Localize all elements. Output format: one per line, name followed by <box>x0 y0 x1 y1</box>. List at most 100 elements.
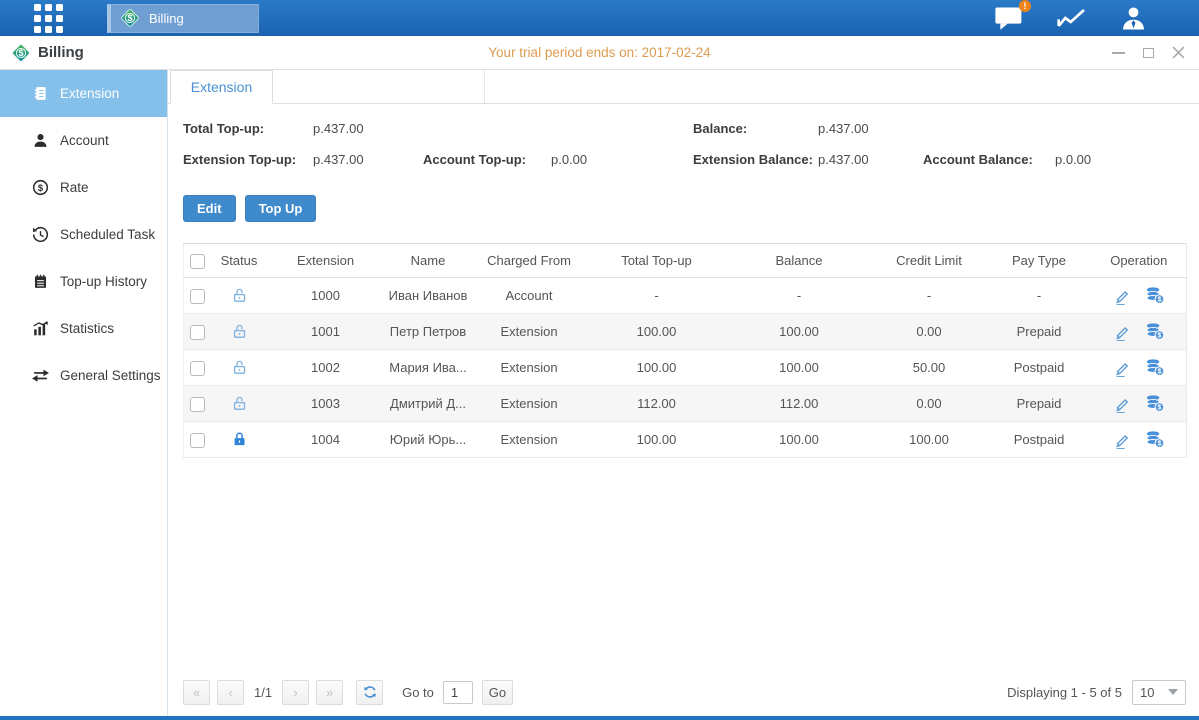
cell-extension: 1004 <box>267 422 385 458</box>
tab-strip: Extension <box>168 70 1199 104</box>
window-title-group: $ Billing <box>0 42 84 64</box>
tab-extension[interactable]: Extension <box>170 70 273 104</box>
last-page-button[interactable]: » <box>316 680 343 705</box>
notification-badge: ! <box>1019 0 1031 12</box>
cell-balance: - <box>727 278 872 314</box>
lock-open-icon <box>231 395 248 412</box>
account-topup-label: Account Top-up: <box>423 152 526 167</box>
close-icon[interactable] <box>1171 46 1185 60</box>
account-topup-value: p.0.00 <box>551 152 587 167</box>
cell-name: Мария Ива... <box>385 350 472 386</box>
row-checkbox[interactable] <box>190 397 205 412</box>
col-header-balance: Balance <box>727 244 872 278</box>
cell-pay-type: Postpaid <box>987 350 1092 386</box>
edit-icon[interactable] <box>1113 395 1131 413</box>
taskbar: $ Billing ! <box>0 0 1199 36</box>
balance-value: p.437.00 <box>818 121 869 136</box>
edit-icon[interactable] <box>1113 323 1131 341</box>
sidebar-item-label: General Settings <box>60 368 161 383</box>
cell-total-topup: 112.00 <box>587 386 727 422</box>
swap-arrows-icon <box>32 367 49 384</box>
total-topup-value: p.437.00 <box>313 121 364 136</box>
sidebar-item-label: Account <box>60 133 109 148</box>
row-checkbox[interactable] <box>190 361 205 376</box>
cell-extension: 1001 <box>267 314 385 350</box>
sidebar-item-account[interactable]: Account <box>0 117 167 164</box>
table-row: 1001 Петр Петров Extension 100.00 100.00… <box>184 314 1187 350</box>
topup-icon[interactable]: $ <box>1145 430 1165 449</box>
sidebar-item-label: Scheduled Task <box>60 227 155 242</box>
go-button[interactable]: Go <box>482 680 513 705</box>
bar-chart-icon <box>32 320 49 337</box>
maximize-icon[interactable] <box>1141 46 1155 60</box>
billing-diamond-icon: $ <box>119 7 141 29</box>
col-header-extension: Extension <box>267 244 385 278</box>
row-checkbox[interactable] <box>190 289 205 304</box>
sidebar-item-scheduled-task[interactable]: Scheduled Task <box>0 211 167 258</box>
page-size-select[interactable]: 10 <box>1132 680 1186 705</box>
sidebar-item-rate[interactable]: $ Rate <box>0 164 167 211</box>
next-page-button[interactable]: › <box>282 680 309 705</box>
cell-total-topup: 100.00 <box>587 314 727 350</box>
notepad-icon <box>32 273 49 290</box>
edit-icon[interactable] <box>1113 431 1131 449</box>
cell-charged-from: Extension <box>472 422 587 458</box>
topup-icon[interactable]: $ <box>1145 286 1165 305</box>
balance-label: Balance: <box>693 121 747 136</box>
sidebar-item-extension[interactable]: Extension <box>0 70 167 117</box>
status-lock-icon <box>231 395 248 410</box>
cell-credit-limit: 0.00 <box>872 386 987 422</box>
extension-balance-label: Extension Balance: <box>693 152 813 167</box>
edit-icon[interactable] <box>1113 287 1131 305</box>
edit-button[interactable]: Edit <box>183 195 236 222</box>
cell-extension: 1003 <box>267 386 385 422</box>
row-checkbox[interactable] <box>190 433 205 448</box>
cell-credit-limit: 100.00 <box>872 422 987 458</box>
minimize-icon[interactable] <box>1111 46 1125 60</box>
sidebar-item-general-settings[interactable]: General Settings <box>0 352 167 399</box>
lock-open-icon <box>231 359 248 376</box>
svg-text:$: $ <box>1157 332 1161 340</box>
row-checkbox[interactable] <box>190 325 205 340</box>
col-header-charged-from: Charged From <box>472 244 587 278</box>
apps-grid-icon[interactable] <box>34 4 63 33</box>
goto-page-input[interactable] <box>443 681 473 704</box>
svg-text:$: $ <box>1157 404 1161 412</box>
cell-charged-from: Account <box>472 278 587 314</box>
cell-pay-type: Postpaid <box>987 422 1092 458</box>
cell-credit-limit: - <box>872 278 987 314</box>
topup-icon[interactable]: $ <box>1145 358 1165 377</box>
top-up-button[interactable]: Top Up <box>245 195 317 222</box>
edit-icon[interactable] <box>1113 359 1131 377</box>
status-lock-icon <box>231 287 248 302</box>
refresh-button[interactable] <box>356 680 383 705</box>
displaying-text: Displaying 1 - 5 of 5 <box>1007 685 1122 700</box>
cell-balance: 100.00 <box>727 350 872 386</box>
prev-page-button[interactable]: ‹ <box>217 680 244 705</box>
cell-extension: 1002 <box>267 350 385 386</box>
taskbar-tab-billing[interactable]: $ Billing <box>107 4 259 33</box>
billing-diamond-icon: $ <box>10 42 32 64</box>
account-balance-label: Account Balance: <box>923 152 1033 167</box>
col-header-operation: Operation <box>1092 244 1187 278</box>
topup-icon[interactable]: $ <box>1145 394 1165 413</box>
account-balance-value: p.0.00 <box>1055 152 1091 167</box>
user-icon[interactable] <box>1120 5 1147 32</box>
status-lock-icon <box>231 359 248 374</box>
person-icon <box>32 132 49 149</box>
monitor-icon[interactable] <box>1056 6 1088 30</box>
sidebar-item-topup-history[interactable]: Top-up History <box>0 258 167 305</box>
first-page-button[interactable]: « <box>183 680 210 705</box>
topup-icon[interactable]: $ <box>1145 322 1165 341</box>
extension-balance-value: p.437.00 <box>818 152 869 167</box>
cell-pay-type: Prepaid <box>987 314 1092 350</box>
cell-name: Юрий Юрь... <box>385 422 472 458</box>
cell-total-topup: 100.00 <box>587 422 727 458</box>
select-all-checkbox[interactable] <box>190 254 205 269</box>
sidebar-item-statistics[interactable]: Statistics <box>0 305 167 352</box>
cell-name: Дмитрий Д... <box>385 386 472 422</box>
cell-name: Иван Иванов <box>385 278 472 314</box>
ledger-icon <box>32 85 49 102</box>
lock-closed-icon <box>231 431 248 448</box>
messages-icon[interactable]: ! <box>994 5 1024 31</box>
